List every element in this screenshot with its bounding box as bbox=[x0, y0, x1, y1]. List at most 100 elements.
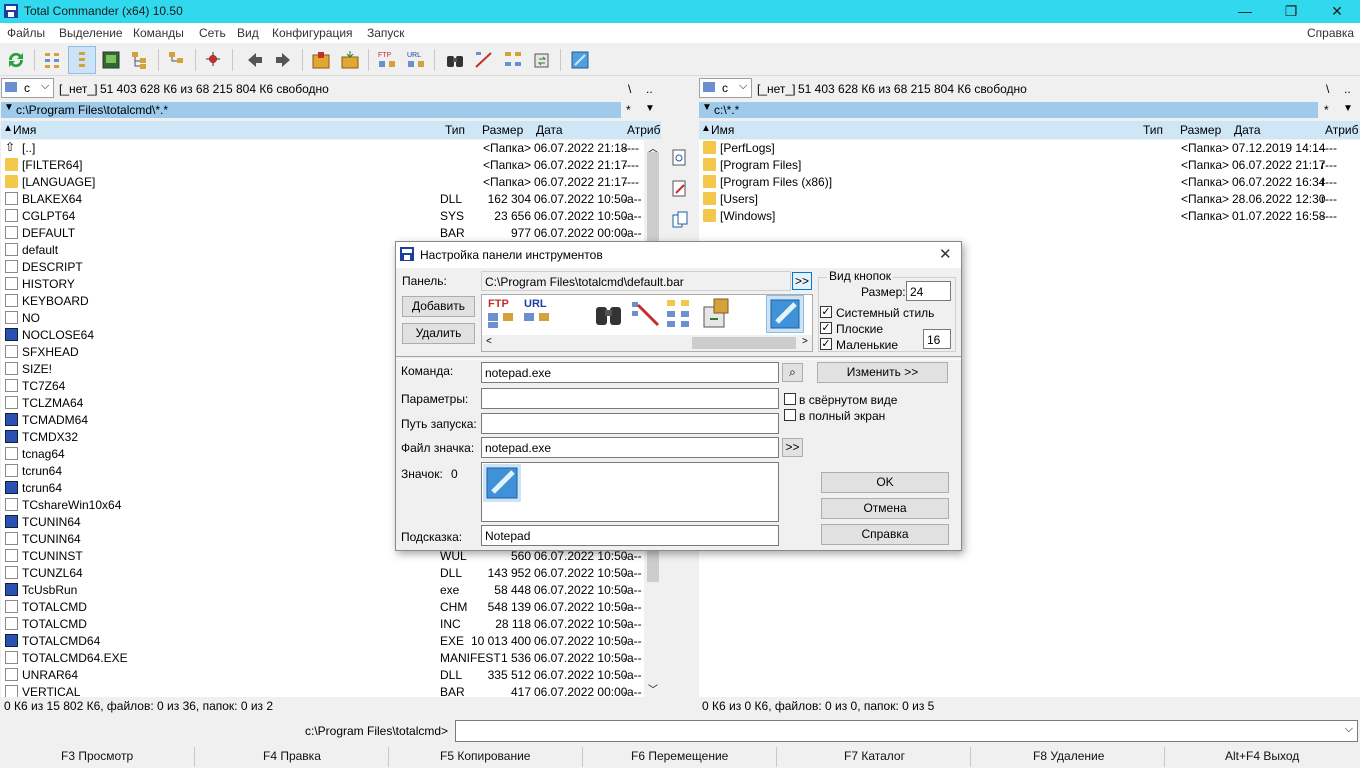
file-row[interactable]: [Windows] <Папка> 01.07.2022 16:58 ---- bbox=[699, 208, 1360, 225]
right-drive-select[interactable]: c ⌵ bbox=[699, 78, 752, 98]
file-row[interactable]: TOTALCMD CHM 548 139 06.07.2022 10:50 -a-- bbox=[1, 599, 644, 616]
col-attr[interactable]: Атриб bbox=[1325, 123, 1359, 137]
col-type[interactable]: Тип bbox=[445, 123, 465, 137]
col-type[interactable]: Тип bbox=[1143, 123, 1163, 137]
notepad-icon[interactable] bbox=[485, 466, 519, 500]
sync-dirs-icon[interactable] bbox=[531, 49, 553, 71]
file-row[interactable]: [Program Files] <Папка> 06.07.2022 21:17 r-… bbox=[699, 157, 1360, 174]
f8-delete-button[interactable]: F8 Удаление bbox=[1033, 749, 1104, 763]
help-button[interactable]: Справка bbox=[821, 524, 949, 545]
back-icon[interactable] bbox=[244, 49, 266, 71]
menu-help[interactable]: Справка bbox=[1307, 26, 1354, 40]
file-row[interactable]: TcUsbRun exe 58 448 06.07.2022 10:50 -a-- bbox=[1, 582, 644, 599]
ok-button[interactable]: OK bbox=[821, 472, 949, 493]
startpath-field[interactable] bbox=[481, 413, 779, 434]
scroll-left-icon[interactable]: < bbox=[486, 336, 492, 347]
view-icon[interactable] bbox=[671, 149, 689, 167]
col-attr[interactable]: Атриб bbox=[627, 123, 661, 137]
search-icon[interactable] bbox=[594, 301, 624, 327]
tooltip-field[interactable]: Notepad bbox=[481, 525, 779, 546]
copy-icon[interactable] bbox=[671, 211, 689, 229]
edit-icon[interactable] bbox=[671, 180, 689, 198]
flat-checkbox[interactable]: ✓ bbox=[820, 322, 832, 334]
button-strip[interactable]: FTP URL < > bbox=[481, 294, 813, 352]
file-row[interactable]: TOTALCMD64.EXE MANIFEST 1 536 06.07.2022 10… bbox=[1, 650, 644, 667]
tree-icon[interactable] bbox=[129, 49, 151, 71]
menu-network[interactable]: Сеть bbox=[199, 26, 226, 40]
file-row[interactable]: [LANGUAGE] <Папка> 06.07.2022 21:17 ---- bbox=[1, 174, 644, 191]
minimize-button[interactable]: — bbox=[1222, 0, 1268, 23]
col-size[interactable]: Размер bbox=[482, 123, 523, 137]
notepad-icon[interactable] bbox=[569, 49, 591, 71]
file-row[interactable]: [Program Files (x86)] <Папка> 06.07.2022 1… bbox=[699, 174, 1360, 191]
f4-edit-button[interactable]: F4 Правка bbox=[263, 749, 321, 763]
file-row[interactable]: TCUNZL64 DLL 143 952 06.07.2022 10:50 -a-- bbox=[1, 565, 644, 582]
menu-files[interactable]: Файлы bbox=[7, 26, 45, 40]
menu-configuration[interactable]: Конфигурация bbox=[272, 26, 353, 40]
brief-view-icon[interactable] bbox=[42, 49, 64, 71]
sync-dirs-icon[interactable] bbox=[700, 297, 732, 329]
file-row[interactable]: TOTALCMD INC 28 118 06.07.2022 10:50 -a-- bbox=[1, 616, 644, 633]
left-path-bar[interactable]: ▼ c:\Program Files\totalcmd\*.* bbox=[1, 102, 621, 118]
col-name[interactable]: Имя bbox=[13, 123, 36, 137]
left-root-button[interactable]: \ bbox=[628, 82, 631, 96]
file-row[interactable]: [FILTER64] <Папка> 06.07.2022 21:17 ---- bbox=[1, 157, 644, 174]
file-row[interactable]: CGLPT64 SYS 23 656 06.07.2022 10:50 -a-- bbox=[1, 208, 644, 225]
f5-copy-button[interactable]: F5 Копирование bbox=[440, 749, 530, 763]
small-checkbox[interactable]: ✓ bbox=[820, 338, 832, 350]
delete-button[interactable]: Удалить bbox=[402, 323, 475, 344]
chevron-down-icon[interactable]: ⌵ bbox=[1345, 723, 1353, 736]
search-icon[interactable] bbox=[444, 49, 466, 71]
notepad-icon[interactable] bbox=[769, 298, 801, 330]
dialog-close-icon[interactable]: ✕ bbox=[939, 245, 952, 263]
icon-list[interactable] bbox=[481, 462, 779, 522]
forward-icon[interactable] bbox=[272, 49, 294, 71]
multi-rename-icon[interactable] bbox=[630, 299, 660, 329]
file-row[interactable]: DEFAULT BAR 977 06.07.2022 00:00 -a-- bbox=[1, 225, 644, 242]
size-field[interactable]: 24 bbox=[906, 281, 951, 301]
right-history-dropdown-icon[interactable]: ▼ bbox=[1343, 103, 1353, 114]
menu-selection[interactable]: Выделение bbox=[59, 26, 123, 40]
thumbnails-icon[interactable] bbox=[100, 49, 122, 71]
params-field[interactable] bbox=[481, 388, 779, 409]
right-up-button[interactable]: .. bbox=[1344, 82, 1351, 96]
file-row[interactable]: TOTALCMD64 EXE 10 013 400 06.07.2022 10:50-… bbox=[1, 633, 644, 650]
compare-dirs-icon[interactable] bbox=[502, 49, 524, 71]
iconfile-browse-button[interactable]: >> bbox=[782, 438, 803, 457]
url-connect-icon[interactable]: URL bbox=[405, 49, 427, 71]
file-row[interactable]: UNRAR64 DLL 335 512 06.07.2022 10:50 -a-- bbox=[1, 667, 644, 684]
detailed-view-icon[interactable] bbox=[71, 49, 93, 71]
compare-dirs-icon[interactable] bbox=[664, 299, 694, 329]
col-name[interactable]: Имя bbox=[711, 123, 734, 137]
menu-start[interactable]: Запуск bbox=[367, 26, 405, 40]
pack-icon[interactable] bbox=[310, 49, 332, 71]
multi-rename-icon[interactable] bbox=[473, 49, 495, 71]
refresh-icon[interactable] bbox=[5, 49, 27, 71]
tree-icon[interactable] bbox=[166, 49, 188, 71]
file-row[interactable]: [Users] <Папка> 28.06.2022 12:30 r--- bbox=[699, 191, 1360, 208]
panel-browse-button[interactable]: >> bbox=[792, 272, 812, 290]
menu-commands[interactable]: Команды bbox=[133, 26, 184, 40]
scroll-right-icon[interactable]: > bbox=[802, 336, 808, 347]
fullscreen-checkbox[interactable] bbox=[784, 409, 796, 421]
file-row[interactable]: ⇧ [..] <Папка> 06.07.2022 21:18 ---- bbox=[1, 140, 644, 157]
small-size-field[interactable]: 16 bbox=[923, 329, 951, 349]
maximize-button[interactable]: ❐ bbox=[1268, 0, 1314, 23]
file-row[interactable]: BLAKEX64 DLL 162 304 06.07.2022 10:50 -a-- bbox=[1, 191, 644, 208]
file-row[interactable]: VERTICAL BAR 417 06.07.2022 00:00 -a-- bbox=[1, 684, 644, 697]
left-drive-select[interactable]: c ⌵ bbox=[1, 78, 54, 98]
f6-move-button[interactable]: F6 Перемещение bbox=[631, 749, 728, 763]
f3-view-button[interactable]: F3 Просмотр bbox=[61, 749, 133, 763]
col-date[interactable]: Дата bbox=[1234, 123, 1261, 137]
right-filter-star[interactable]: * bbox=[1324, 103, 1329, 117]
file-row[interactable]: [PerfLogs] <Папка> 07.12.2019 14:14 ---- bbox=[699, 140, 1360, 157]
url-connect-icon[interactable]: URL bbox=[522, 297, 554, 331]
close-button[interactable]: ✕ bbox=[1314, 0, 1360, 23]
ftp-connect-icon[interactable]: FTP bbox=[486, 297, 518, 331]
right-path-bar[interactable]: ▼ c:\*.* bbox=[699, 102, 1318, 118]
col-date[interactable]: Дата bbox=[536, 123, 563, 137]
command-search-button[interactable]: ⌕ bbox=[782, 363, 803, 382]
cmdline-input[interactable]: ⌵ bbox=[455, 720, 1358, 742]
left-filter-star[interactable]: * bbox=[626, 103, 631, 117]
system-style-checkbox[interactable]: ✓ bbox=[820, 306, 832, 318]
